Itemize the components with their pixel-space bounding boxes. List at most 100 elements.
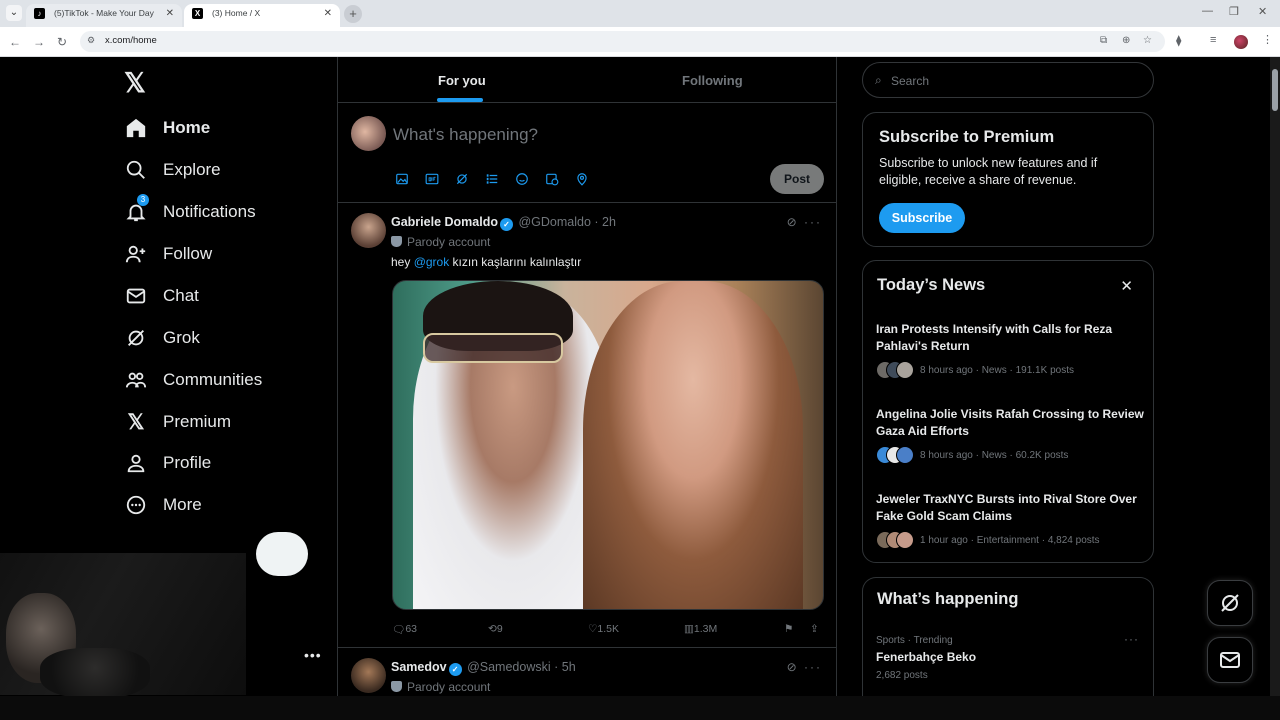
mention-link[interactable]: @grok	[414, 255, 450, 269]
bookmark-icon[interactable]: ⚑	[784, 623, 793, 635]
news-item[interactable]: Iran Protests Intensify with Calls for R…	[876, 321, 1146, 379]
window-close-icon[interactable]: ✕	[1258, 5, 1267, 18]
back-icon[interactable]: ←	[9, 35, 21, 49]
tweet[interactable]: Samedov ✓ @Samedowski · 5h ⊘ ··· Parody a…	[338, 648, 836, 697]
close-tab-icon[interactable]: ✕	[324, 4, 332, 23]
view-count: 1.3M	[693, 623, 718, 635]
tweet-time[interactable]: · 2h	[594, 215, 616, 229]
tab-following[interactable]: Following	[682, 73, 743, 88]
tweet-photo[interactable]	[392, 280, 824, 610]
profile-avatar-icon[interactable]	[1234, 35, 1248, 49]
post-submit-button[interactable]: Post	[770, 164, 824, 194]
image-icon[interactable]	[394, 171, 410, 187]
parody-text: Parody account	[407, 235, 491, 249]
tweet-author[interactable]: Samedov ✓ @Samedowski · 5h	[391, 660, 576, 676]
poll-icon[interactable]	[484, 171, 500, 187]
composer-toolbar	[394, 171, 590, 187]
avatar[interactable]	[351, 658, 386, 693]
author-name[interactable]: Gabriele Domaldo	[391, 215, 498, 229]
search-input[interactable]: ⌕ Search	[862, 62, 1154, 98]
sidebar-item-label: Communities	[163, 370, 263, 389]
zoom-icon[interactable]: ⊕	[1122, 35, 1130, 46]
address-bar-row: ← → ↻ ⚙ x.com/home ⧉ ⊕ ☆ ⧫ ≡ ⋮	[0, 27, 1280, 57]
mail-icon	[1220, 652, 1240, 668]
tweet-engagement-bar: 🗨 63 ⟲ 9 ♡ 1.5K ▥ 1.3M ⚑ ⇪	[392, 623, 824, 639]
browser-tab-x[interactable]: X (3) Home / X ✕	[184, 4, 340, 27]
more-icon[interactable]: ···	[804, 215, 822, 229]
x-logo-icon[interactable]: 𝕏	[124, 68, 146, 99]
tweet-time[interactable]: · 5h	[554, 660, 576, 674]
messages-button[interactable]	[1207, 637, 1253, 683]
reply-button[interactable]: 🗨 63	[392, 623, 417, 636]
author-name[interactable]: Samedov	[391, 660, 447, 674]
sidebar-item-notifications[interactable]: 3 Notifications	[124, 194, 256, 227]
install-app-icon[interactable]: ⧉	[1100, 35, 1107, 46]
sidebar-item-grok[interactable]: Grok	[124, 323, 200, 353]
share-icon[interactable]: ⇪	[810, 623, 819, 635]
avatar[interactable]	[351, 116, 386, 151]
more-icon[interactable]: ···	[1124, 632, 1139, 646]
grok-explain-icon[interactable]: ⊘	[787, 215, 799, 229]
author-handle[interactable]: @Samedowski	[467, 660, 551, 674]
new-tab-button[interactable]: +	[344, 5, 362, 23]
more-icon[interactable]: ···	[804, 660, 822, 674]
forward-icon[interactable]: →	[33, 35, 45, 49]
grok-icon[interactable]	[454, 171, 470, 187]
webcam-overlay	[0, 553, 246, 698]
repost-button[interactable]: ⟲ 9	[488, 623, 503, 635]
avatar[interactable]	[351, 213, 386, 248]
sidebar-item-profile[interactable]: Profile	[124, 448, 211, 478]
location-icon[interactable]	[574, 171, 590, 187]
subscribe-button[interactable]: Subscribe	[879, 203, 965, 233]
trend-name[interactable]: Fenerbahçe Beko	[876, 650, 976, 664]
close-icon[interactable]: ✕	[1120, 277, 1133, 295]
sidebar-item-explore[interactable]: Explore	[124, 155, 221, 185]
tweet-text-end: kızın kaşlarını kalınlaştır	[449, 255, 582, 269]
news-item[interactable]: Angelina Jolie Visits Rafah Crossing to …	[876, 406, 1146, 464]
tab-for-you[interactable]: For you	[438, 73, 486, 88]
close-tab-icon[interactable]: ✕	[166, 4, 174, 23]
restore-icon[interactable]: ❐	[1229, 5, 1239, 18]
tweet[interactable]: Gabriele Domaldo ✓ @GDomaldo · 2h ⊘ ··· P…	[338, 203, 836, 647]
reading-list-icon[interactable]: ≡	[1210, 34, 1216, 46]
news-item[interactable]: Jeweler TraxNYC Bursts into Rival Store …	[876, 491, 1146, 549]
sidebar-item-chat[interactable]: Chat	[124, 281, 199, 311]
sidebar-item-premium[interactable]: 𝕏 Premium	[124, 407, 231, 437]
home-icon	[124, 116, 148, 140]
news-headline: Iran Protests Intensify with Calls for R…	[876, 322, 1113, 353]
trend-post-count: 2,682 posts	[876, 670, 928, 681]
tab-search-button[interactable]: ⌄	[6, 5, 22, 21]
browser-menu-icon[interactable]: ⋮	[1262, 33, 1273, 46]
author-handle[interactable]: @GDomaldo	[518, 215, 590, 229]
sidebar-item-communities[interactable]: Communities	[124, 365, 262, 395]
sidebar-item-label: Chat	[163, 286, 199, 305]
sidebar-item-home[interactable]: Home	[124, 113, 210, 143]
post-button[interactable]	[256, 532, 308, 576]
news-title: Today’s News	[877, 276, 986, 294]
like-button[interactable]: ♡ 1.5K	[588, 623, 619, 635]
grok-explain-icon[interactable]: ⊘	[787, 660, 799, 674]
gif-icon[interactable]	[424, 171, 440, 187]
views-button[interactable]: ▥ 1.3M	[684, 623, 717, 635]
communities-icon	[124, 368, 148, 392]
sidebar-item-follow[interactable]: Follow	[124, 239, 212, 269]
reload-icon[interactable]: ↻	[57, 35, 67, 49]
account-menu-icon[interactable]: •••	[304, 647, 322, 663]
scrollbar-thumb[interactable]	[1272, 69, 1278, 111]
bell-icon: 3	[124, 194, 149, 224]
url-field[interactable]: ⚙ x.com/home ⧉ ⊕ ☆	[80, 31, 1165, 52]
browser-tab-tiktok[interactable]: ♪ (5)TikTok - Make Your Day ✕	[26, 4, 182, 27]
scrollbar[interactable]	[1270, 57, 1280, 697]
x-favicon-icon: X	[192, 8, 203, 19]
bookmark-star-icon[interactable]: ☆	[1143, 35, 1152, 46]
minimize-icon[interactable]: —	[1202, 5, 1213, 17]
schedule-icon[interactable]	[544, 171, 560, 187]
tweet-author[interactable]: Gabriele Domaldo ✓ @GDomaldo · 2h	[391, 215, 616, 231]
sidebar-item-more[interactable]: More	[124, 490, 202, 520]
composer-input[interactable]: What's happening?	[393, 125, 538, 145]
grok-button[interactable]	[1207, 580, 1253, 626]
whats-happening-card: What’s happening Sports · Trending Fener…	[862, 577, 1154, 707]
emoji-icon[interactable]	[514, 171, 530, 187]
site-info-icon[interactable]: ⚙	[87, 35, 95, 46]
extensions-icon[interactable]: ⧫	[1176, 34, 1181, 47]
